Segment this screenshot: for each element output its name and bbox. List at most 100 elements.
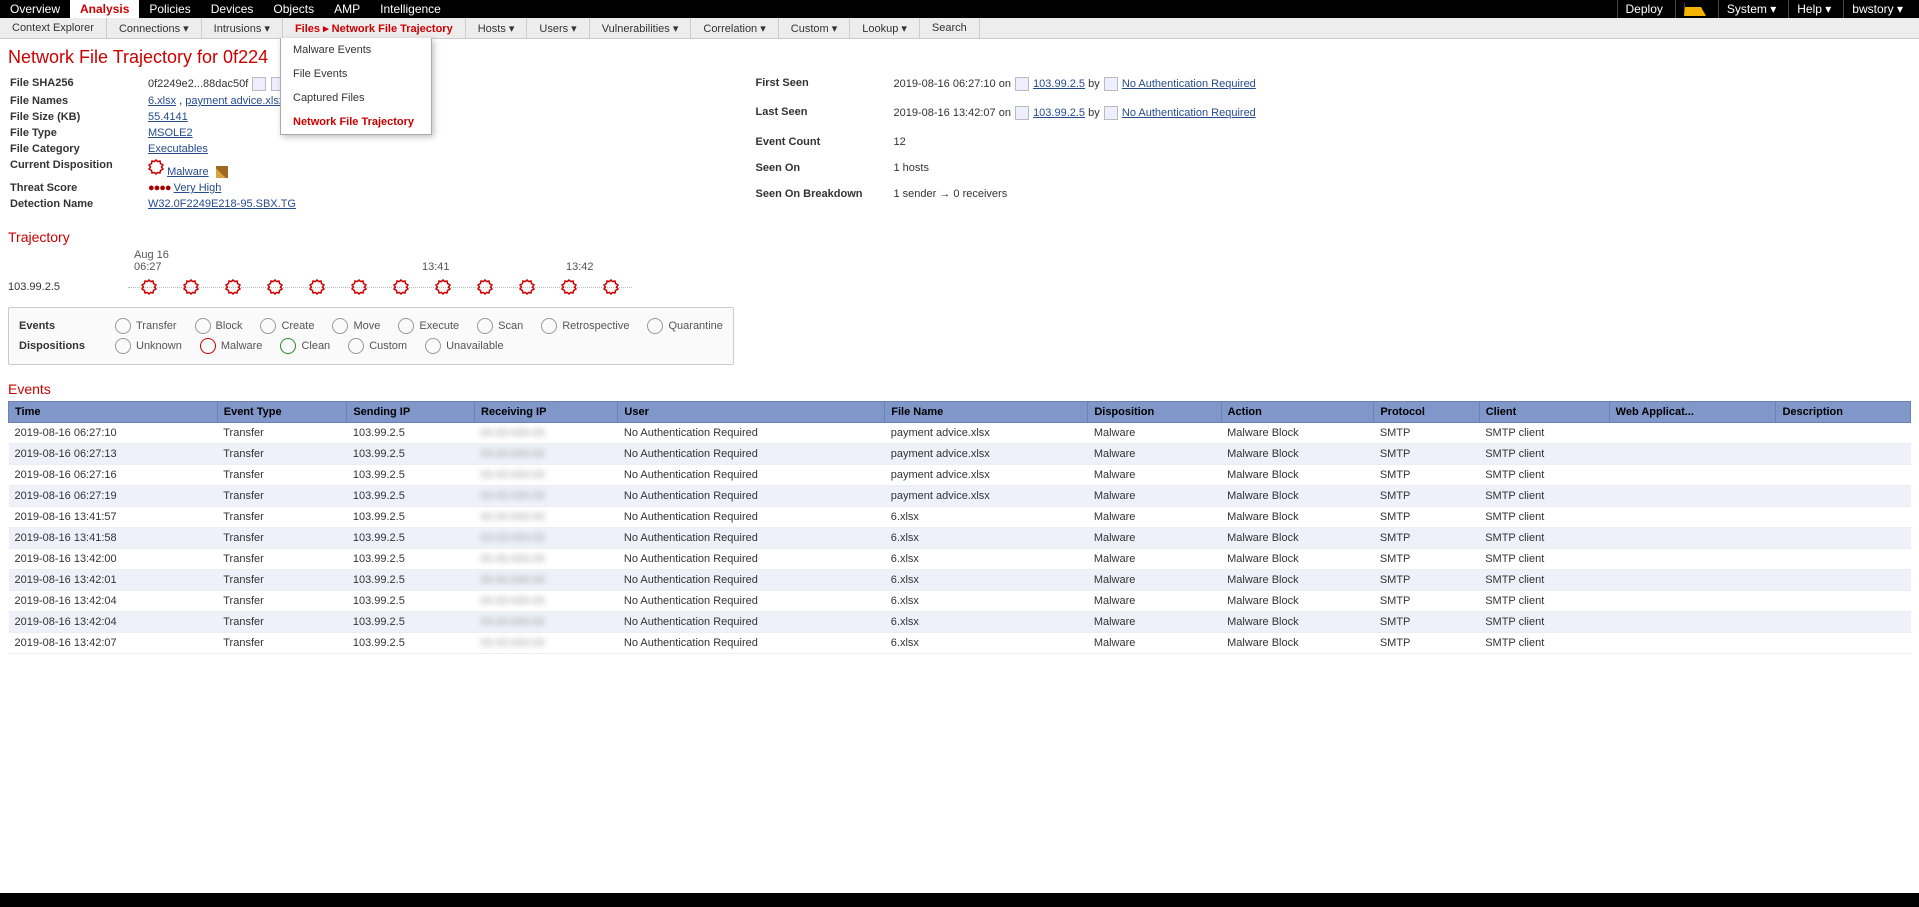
topnav-tab-analysis[interactable]: Analysis (70, 0, 139, 18)
user-icon[interactable] (1104, 106, 1118, 120)
trajectory-node[interactable] (422, 279, 464, 295)
last-ip-link[interactable]: 103.99.2.5 (1033, 107, 1085, 119)
system-menu[interactable]: System (1718, 0, 1784, 18)
events-col-header[interactable]: Client (1479, 402, 1609, 423)
topnav-tab-amp[interactable]: AMP (324, 0, 370, 18)
table-cell: Malware (1088, 465, 1221, 486)
subnav-item[interactable]: Intrusions ▾ (202, 18, 283, 38)
host-icon[interactable] (1015, 77, 1029, 91)
table-cell: Malware (1088, 612, 1221, 633)
topnav-tab-intelligence[interactable]: Intelligence (370, 0, 451, 18)
cat-link[interactable]: Executables (148, 143, 208, 155)
type-label: File Type (10, 126, 146, 140)
events-col-header[interactable]: File Name (885, 402, 1088, 423)
table-row[interactable]: 2019-08-16 13:42:04Transfer103.99.2.500.… (9, 591, 1911, 612)
trajectory-node[interactable] (338, 279, 380, 295)
events-col-header[interactable]: Description (1776, 402, 1911, 423)
trajectory-node[interactable] (254, 279, 296, 295)
trajectory-node[interactable] (506, 279, 548, 295)
events-col-header[interactable]: Protocol (1374, 402, 1479, 423)
score-link[interactable]: Very High (174, 182, 222, 194)
subnav-item[interactable]: Users ▾ (527, 18, 589, 38)
size-link[interactable]: 55.4141 (148, 111, 188, 123)
type-link[interactable]: MSOLE2 (148, 127, 193, 139)
table-cell: payment advice.xlsx (885, 444, 1088, 465)
user-icon[interactable] (1104, 77, 1118, 91)
subnav-item[interactable]: Search (920, 18, 980, 38)
alert-icon[interactable] (1675, 0, 1714, 18)
table-row[interactable]: 2019-08-16 13:42:07Transfer103.99.2.500.… (9, 633, 1911, 654)
table-cell: Malware (1088, 633, 1221, 654)
topnav-tab-overview[interactable]: Overview (0, 0, 70, 18)
trajectory-node[interactable] (464, 279, 506, 295)
table-cell: SMTP client (1479, 507, 1609, 528)
table-row[interactable]: 2019-08-16 06:27:19Transfer103.99.2.500.… (9, 486, 1911, 507)
table-row[interactable]: 2019-08-16 13:41:57Transfer103.99.2.500.… (9, 507, 1911, 528)
table-cell: Transfer (217, 444, 347, 465)
deploy-button[interactable]: Deploy (1617, 0, 1671, 18)
det-link[interactable]: W32.0F2249E218-95.SBX.TG (148, 198, 296, 210)
events-col-header[interactable]: User (618, 402, 885, 423)
table-cell: Malware Block (1221, 486, 1374, 507)
topnav-tab-policies[interactable]: Policies (139, 0, 200, 18)
subnav-item[interactable]: Files ▸ Network File Trajectory (283, 18, 466, 38)
subnav-item[interactable]: Hosts ▾ (466, 18, 528, 38)
host-icon[interactable] (1015, 106, 1029, 120)
topnav-tab-objects[interactable]: Objects (263, 0, 324, 18)
events-col-header[interactable]: Receiving IP (475, 402, 618, 423)
last-user-link[interactable]: No Authentication Required (1122, 107, 1256, 119)
trajectory-node[interactable] (128, 279, 170, 295)
events-col-header[interactable]: Time (9, 402, 218, 423)
table-cell: 103.99.2.5 (347, 570, 475, 591)
table-cell: Transfer (217, 486, 347, 507)
subnav-item[interactable]: Context Explorer (0, 18, 107, 38)
dropdown-item[interactable]: Malware Events (281, 38, 431, 62)
events-col-header[interactable]: Action (1221, 402, 1374, 423)
trajectory-node[interactable] (380, 279, 422, 295)
trajectory-node[interactable] (170, 279, 212, 295)
user-menu[interactable]: bwstory (1843, 0, 1911, 18)
dropdown-item[interactable]: Network File Trajectory (281, 110, 431, 134)
subnav-item[interactable]: Lookup ▾ (850, 18, 920, 38)
first-time: 2019-08-16 06:27:10 on (894, 78, 1011, 90)
table-row[interactable]: 2019-08-16 13:41:58Transfer103.99.2.500.… (9, 528, 1911, 549)
table-cell: 103.99.2.5 (347, 486, 475, 507)
table-cell: SMTP (1374, 444, 1479, 465)
disp-link[interactable]: Malware (167, 166, 209, 178)
first-user-link[interactable]: No Authentication Required (1122, 78, 1256, 90)
table-row[interactable]: 2019-08-16 06:27:16Transfer103.99.2.500.… (9, 465, 1911, 486)
events-col-header[interactable]: Sending IP (347, 402, 475, 423)
subnav-item[interactable]: Correlation ▾ (691, 18, 778, 38)
pencil-icon[interactable] (216, 166, 228, 178)
subnav-item[interactable]: Custom ▾ (779, 18, 850, 38)
trajectory-node[interactable] (296, 279, 338, 295)
table-row[interactable]: 2019-08-16 13:42:04Transfer103.99.2.500.… (9, 612, 1911, 633)
file-name-link-1[interactable]: 6.xlsx (148, 95, 176, 107)
table-row[interactable]: 2019-08-16 13:42:01Transfer103.99.2.500.… (9, 570, 1911, 591)
download-icon[interactable] (252, 77, 266, 91)
dropdown-item[interactable]: File Events (281, 62, 431, 86)
table-cell: 00.00.000.00 (475, 507, 618, 528)
table-cell: SMTP client (1479, 633, 1609, 654)
trajectory-node[interactable] (590, 279, 632, 295)
table-cell: 103.99.2.5 (347, 423, 475, 444)
dropdown-item[interactable]: Captured Files (281, 86, 431, 110)
events-col-header[interactable]: Event Type (217, 402, 347, 423)
events-col-header[interactable]: Disposition (1088, 402, 1221, 423)
file-name-link-2[interactable]: payment advice.xlsx (185, 95, 284, 107)
topnav-tab-devices[interactable]: Devices (201, 0, 264, 18)
table-cell: payment advice.xlsx (885, 465, 1088, 486)
legend-disp-item: Clean (280, 338, 330, 354)
table-row[interactable]: 2019-08-16 06:27:10Transfer103.99.2.500.… (9, 423, 1911, 444)
first-ip-link[interactable]: 103.99.2.5 (1033, 78, 1085, 90)
trajectory-node[interactable] (548, 279, 590, 295)
table-cell: SMTP (1374, 591, 1479, 612)
table-row[interactable]: 2019-08-16 13:42:00Transfer103.99.2.500.… (9, 549, 1911, 570)
subnav-item[interactable]: Connections ▾ (107, 18, 202, 38)
table-cell: 00.00.000.00 (475, 570, 618, 591)
trajectory-node[interactable] (212, 279, 254, 295)
subnav-item[interactable]: Vulnerabilities ▾ (590, 18, 692, 38)
table-row[interactable]: 2019-08-16 06:27:13Transfer103.99.2.500.… (9, 444, 1911, 465)
help-menu[interactable]: Help (1788, 0, 1839, 18)
events-col-header[interactable]: Web Applicat... (1609, 402, 1776, 423)
